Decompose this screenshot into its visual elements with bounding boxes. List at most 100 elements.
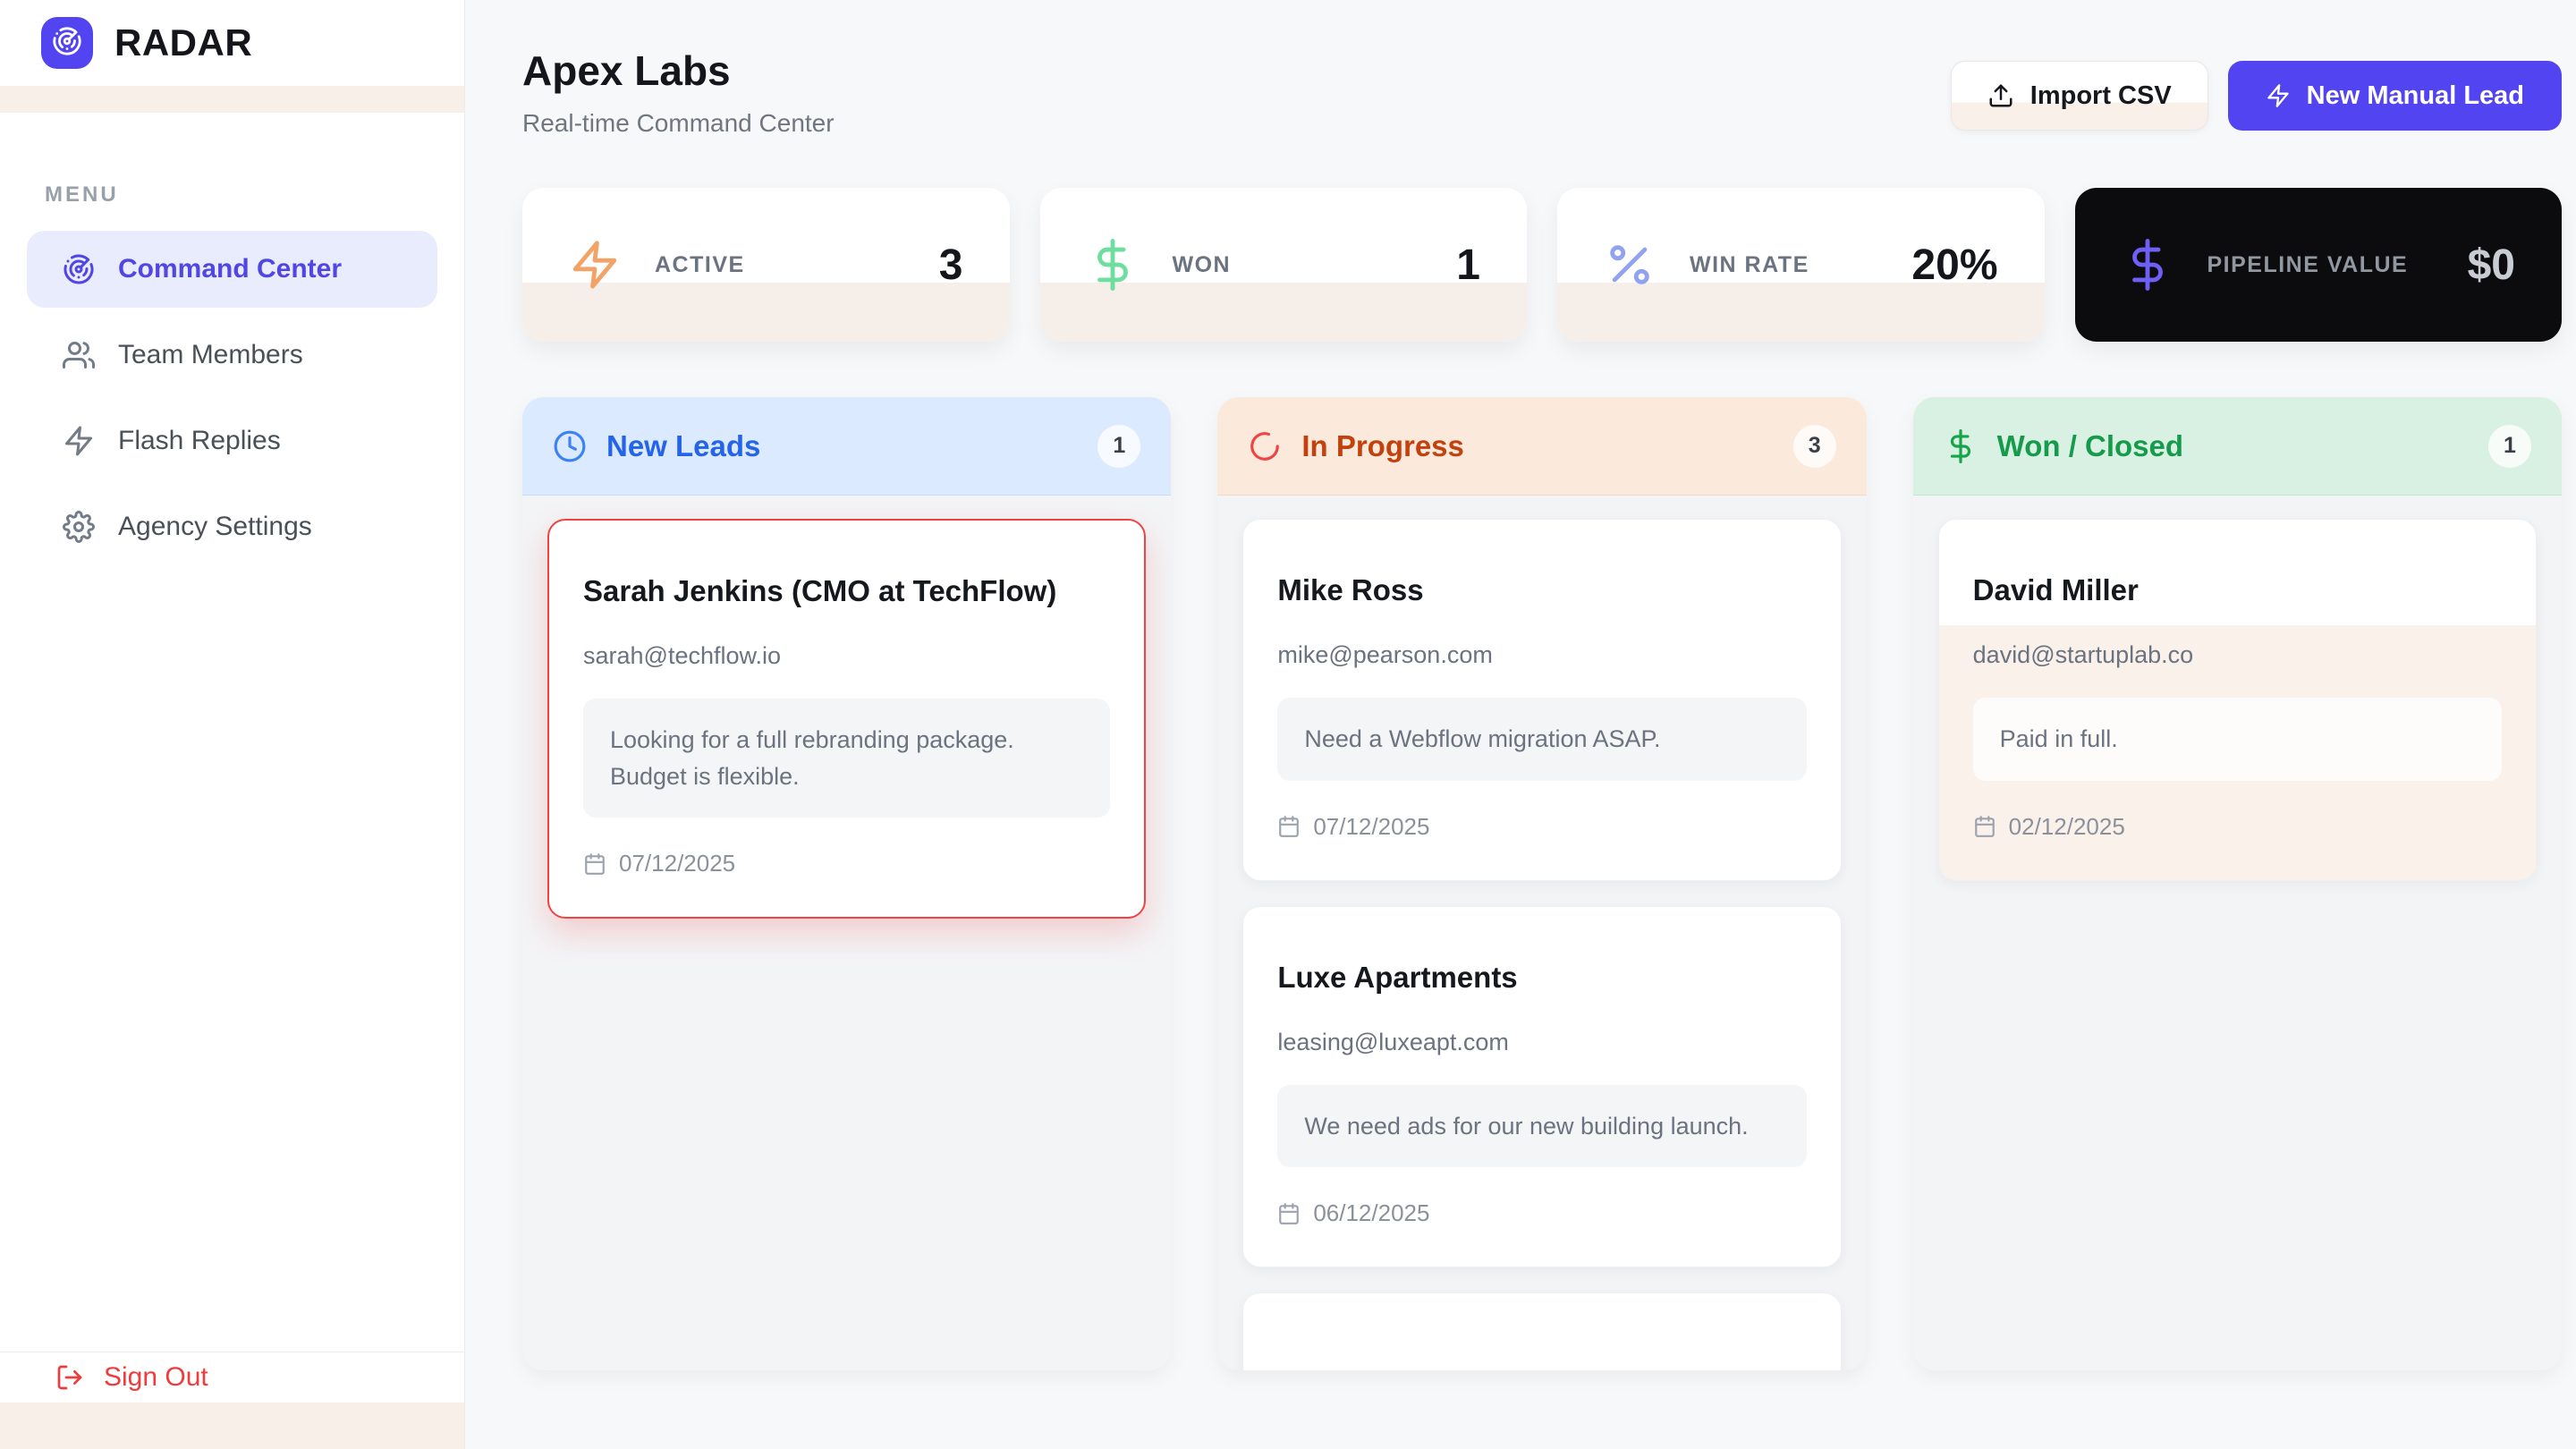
app-title: RADAR (114, 21, 253, 64)
lead-card-david-miller[interactable]: David Miller david@startuplab.co Paid in f… (1937, 519, 2537, 881)
column-body: David Miller david@startuplab.co Paid in f… (1913, 496, 2562, 1370)
lead-date: 07/12/2025 (1313, 812, 1430, 840)
stats-row: ACTIVE 3 WON 1 WIN RATE 20% PIPELINE VALUE $0 (522, 188, 2562, 342)
sign-out-label: Sign Out (104, 1362, 208, 1392)
lead-email: leasing@luxeapt.com (1277, 1028, 1509, 1055)
stat-card-won: WON 1 (1039, 188, 1528, 342)
column-body: Mike Ross mike@pearson.com Need a Webflow … (1217, 496, 1866, 1370)
zap-icon (2266, 83, 2291, 108)
calendar-icon (1277, 815, 1301, 838)
new-manual-lead-label: New Manual Lead (2306, 80, 2524, 110)
stat-card-content: PIPELINE VALUE $0 (2075, 188, 2563, 342)
lead-email: sarah@techflow.io (583, 642, 782, 669)
dollar-icon (2122, 239, 2174, 291)
column-new-leads: New Leads 1 Sarah Jenkins (CMO at TechFlow… (522, 397, 1172, 1370)
lead-date-row: 06/12/2025 (1277, 1199, 1806, 1227)
sidebar-item-label: Agency Settings (118, 512, 312, 541)
lead-date: 07/12/2025 (619, 850, 736, 877)
lead-card-mike-ross[interactable]: Mike Ross mike@pearson.com Need a Webflow … (1242, 519, 1842, 881)
sidebar-item-flash-replies[interactable]: Flash Replies (27, 402, 437, 479)
lead-card-luxe-apartments[interactable]: Luxe Apartments leasing@luxeapt.com We nee… (1242, 905, 1842, 1267)
lead-card-partial[interactable] (1242, 1292, 1842, 1370)
column-won-closed: Won / Closed 1 David Miller david@startupla… (1912, 397, 2562, 1370)
users-icon (63, 339, 95, 371)
radar-icon (52, 26, 82, 61)
sidebar-item-label: Team Members (118, 340, 303, 369)
import-csv-label: Import CSV (2029, 80, 2172, 110)
percent-icon (1604, 239, 1656, 291)
sign-out-button[interactable]: Sign Out (0, 1352, 464, 1402)
page-subtitle: Real-time Command Center (522, 109, 835, 137)
main-content: Apex Labs Real-time Command Center Impor… (465, 0, 2576, 1449)
radar-icon (63, 253, 95, 285)
stat-card-content: WON 1 (1040, 188, 1528, 342)
column-in-progress: In Progress 3 Mike Ross mike@pearson.com Nee… (1217, 397, 1867, 1370)
stat-label: ACTIVE (655, 251, 745, 277)
lead-date: 02/12/2025 (2008, 812, 2125, 840)
sidebar: RADAR MENU Command Center Team Members Fla… (0, 0, 465, 1449)
sidebar-nav: Command Center Team Members Flash Replies A… (0, 231, 464, 565)
sidebar-item-label: Flash Replies (118, 426, 281, 455)
menu-section-label: MENU (45, 182, 119, 207)
lead-date-row: 07/12/2025 (1277, 813, 1806, 841)
sidebar-item-label: Command Center (118, 254, 343, 284)
stat-label: PIPELINE VALUE (2207, 251, 2409, 277)
calendar-icon (1277, 1202, 1301, 1225)
stat-label: WON (1172, 251, 1232, 277)
lead-note: Looking for a full rebranding package. B… (583, 699, 1111, 818)
stat-value: $0 (2467, 241, 2515, 289)
lead-note: We need ads for our new building launch. (1277, 1084, 1807, 1167)
stat-card-win-rate: WIN RATE 20% (1557, 188, 2045, 342)
lead-name: Mike Ross (1277, 573, 1424, 606)
gear-icon (63, 511, 95, 543)
stat-value: 1 (1456, 241, 1480, 289)
column-title: New Leads (606, 428, 761, 462)
lead-date-row: 07/12/2025 (583, 850, 1110, 877)
import-csv-button[interactable]: Import CSV (1950, 61, 2208, 131)
lead-note: Need a Webflow migration ASAP. (1277, 698, 1807, 781)
clock-icon (553, 429, 587, 463)
zap-icon (569, 239, 621, 291)
kanban-board: New Leads 1 Sarah Jenkins (CMO at TechFlow… (522, 397, 2562, 1370)
column-count-badge: 1 (2487, 424, 2531, 468)
zap-icon (63, 425, 95, 457)
brand: RADAR (0, 0, 464, 86)
lead-note: Paid in full. (1972, 698, 2502, 781)
logout-icon (55, 1363, 84, 1392)
lead-name: Luxe Apartments (1277, 960, 1518, 994)
lead-date-row: 02/12/2025 (1973, 813, 2502, 841)
accent-strip (0, 1402, 464, 1449)
sidebar-item-command-center[interactable]: Command Center (27, 231, 437, 308)
column-header: In Progress 3 (1217, 397, 1867, 496)
dollar-icon (1087, 239, 1139, 291)
lead-date: 06/12/2025 (1313, 1199, 1430, 1226)
column-title: Won / Closed (1996, 428, 2184, 462)
column-header: New Leads 1 (522, 397, 1172, 496)
column-title: In Progress (1301, 428, 1464, 462)
radar-logo-icon (41, 17, 93, 69)
new-manual-lead-button[interactable]: New Manual Lead (2227, 61, 2562, 131)
stat-card-content: WIN RATE 20% (1557, 188, 2045, 342)
stat-card-content: ACTIVE 3 (522, 188, 1010, 342)
sidebar-item-team-members[interactable]: Team Members (27, 317, 437, 394)
stat-value: 3 (938, 241, 963, 289)
upload-icon (1987, 82, 2014, 109)
calendar-icon (1973, 815, 1996, 838)
accent-strip (0, 86, 464, 113)
lead-email: mike@pearson.com (1277, 641, 1493, 668)
stat-label: WIN RATE (1690, 251, 1809, 277)
lead-card-sarah-jenkins-cmo-at-techflow[interactable]: Sarah Jenkins (CMO at TechFlow) sarah@tec… (547, 519, 1147, 919)
stat-card-active: ACTIVE 3 (522, 188, 1010, 342)
page-title-block: Apex Labs Real-time Command Center (522, 47, 835, 138)
header-actions: Import CSV New Manual Lead (1950, 61, 2562, 131)
lead-name: David Miller (1972, 573, 2139, 606)
column-body: Sarah Jenkins (CMO at TechFlow) sarah@tec… (522, 496, 1171, 1370)
sidebar-item-agency-settings[interactable]: Agency Settings (27, 488, 437, 565)
page-title: Apex Labs (522, 47, 731, 94)
lead-email: david@startuplab.co (1972, 641, 2194, 668)
dollar-icon (1944, 428, 1978, 463)
sidebar-footer: Sign Out (0, 1352, 464, 1449)
column-count-badge: 1 (1097, 424, 1141, 468)
column-count-badge: 3 (1792, 424, 1836, 468)
stat-card-pipeline-value: PIPELINE VALUE $0 (2074, 188, 2563, 342)
